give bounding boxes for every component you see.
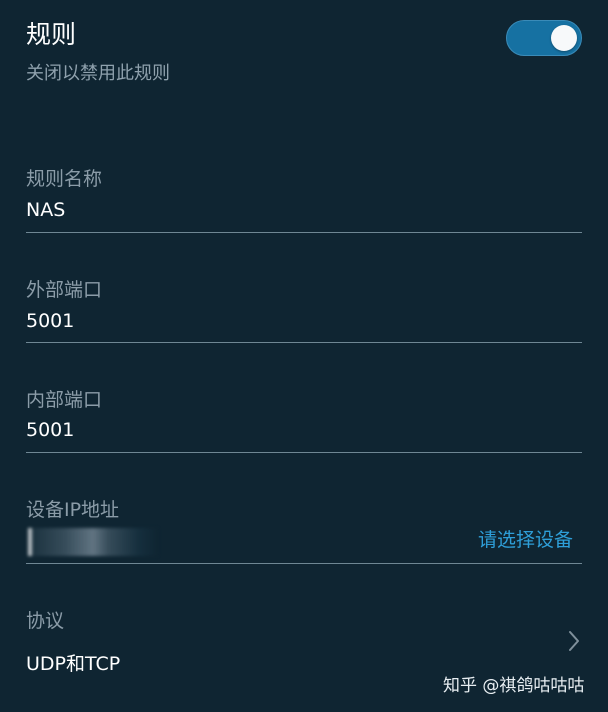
- internal-port-label: 内部端口: [26, 389, 103, 411]
- internal-port-underline: [26, 452, 582, 453]
- watermark: 知乎 @祺鸽咕咕咕: [443, 676, 585, 696]
- rule-name-underline: [26, 232, 582, 233]
- chevron-right-icon[interactable]: [566, 630, 582, 652]
- external-port-underline: [26, 342, 582, 343]
- select-device-link[interactable]: 请选择设备: [478, 527, 573, 553]
- rule-subtitle: 关闭以禁用此规则: [26, 63, 170, 84]
- device-ip-underline: [26, 563, 582, 564]
- toggle-knob: [551, 25, 577, 51]
- internal-port-input[interactable]: 5001: [26, 417, 74, 443]
- protocol-value[interactable]: UDP和TCP: [26, 651, 120, 677]
- protocol-label: 协议: [26, 610, 65, 632]
- external-port-input[interactable]: 5001: [26, 308, 74, 334]
- rule-title: 规则: [26, 20, 77, 49]
- rule-name-input[interactable]: NAS: [26, 197, 65, 223]
- device-ip-input-redacted[interactable]: [28, 528, 158, 556]
- device-ip-label: 设备IP地址: [26, 499, 120, 521]
- external-port-label: 外部端口: [26, 279, 103, 301]
- rule-name-label: 规则名称: [26, 168, 103, 190]
- rule-enable-toggle[interactable]: [506, 20, 582, 56]
